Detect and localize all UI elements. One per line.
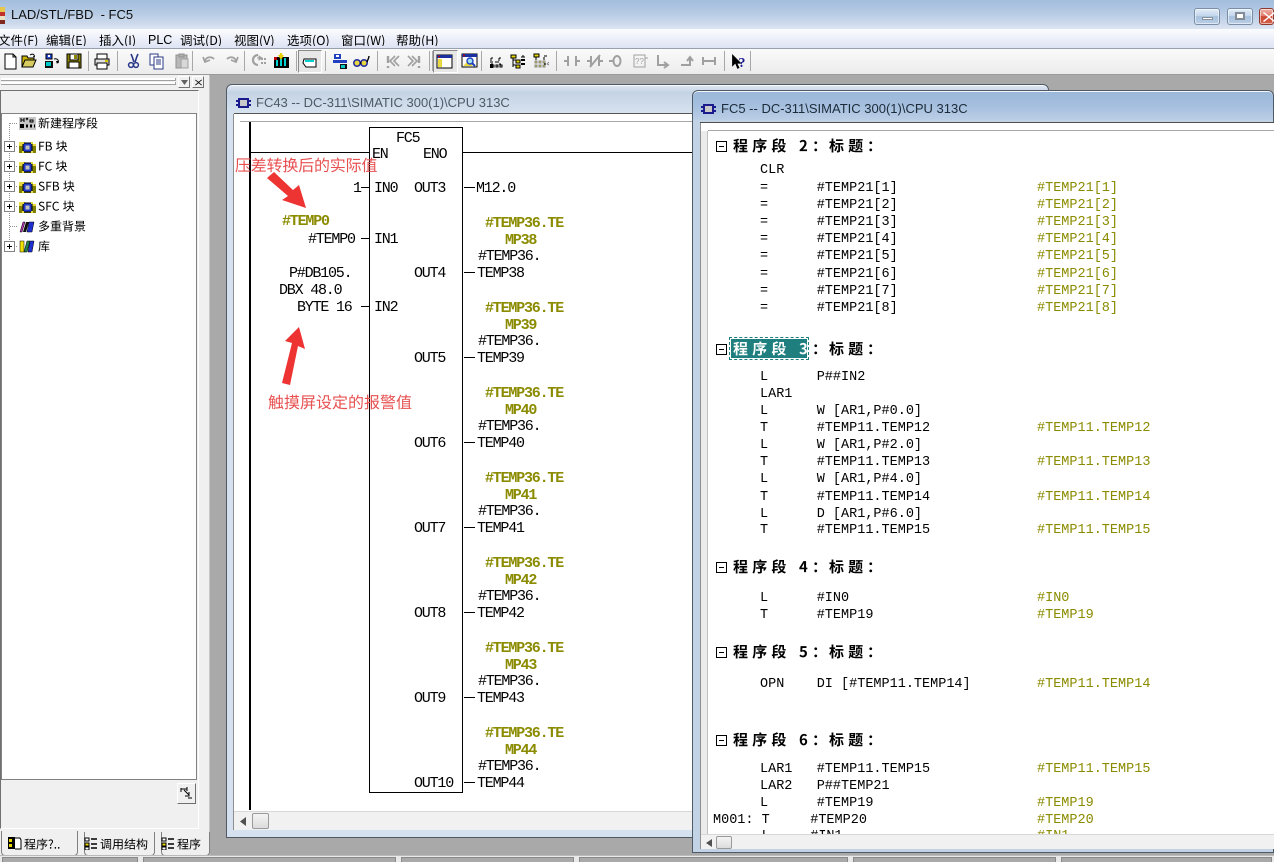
svg-text:?: ? — [738, 55, 745, 70]
svg-text:??: ?? — [635, 57, 644, 66]
